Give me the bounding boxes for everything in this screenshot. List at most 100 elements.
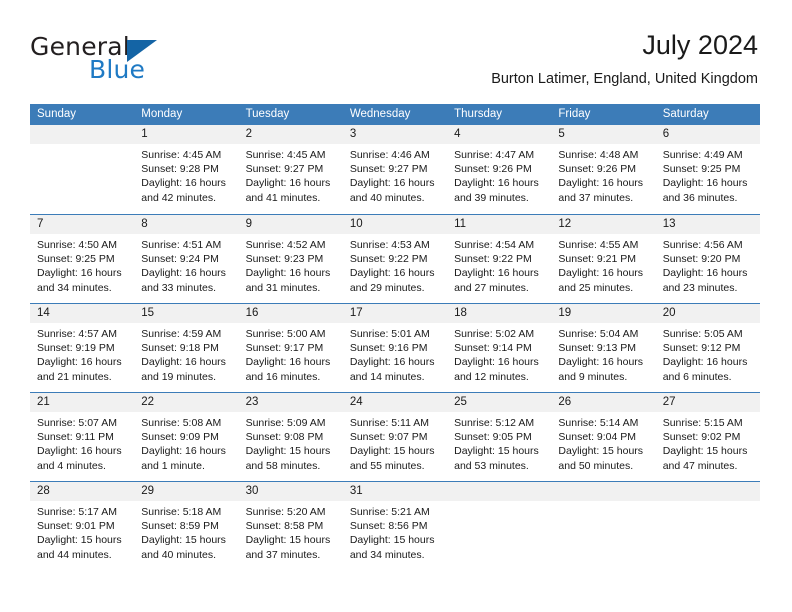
day-daylight-line1-text: Daylight: 16 hours <box>454 356 539 369</box>
day-sunrise-text: Sunrise: 5:08 AM <box>141 417 222 429</box>
calendar-day-cell[interactable]: 8 Sunrise: 4:51 AM Sunset: 9:24 PM Daylight… <box>134 215 239 303</box>
day-sunset-text: Sunset: 9:01 PM <box>37 520 115 533</box>
day-daylight-line1-text: Daylight: 16 hours <box>141 267 226 280</box>
calendar-day-cell[interactable]: 12 Sunrise: 4:55 AM Sunset: 9:21 PM Dayligh… <box>551 215 656 303</box>
day-sunrise-text: Sunrise: 5:07 AM <box>37 417 117 429</box>
calendar-week-row: 1 Sunrise: 4:45 AM Sunset: 9:28 PM Daylight… <box>30 125 760 214</box>
calendar-day-cell[interactable]: 17 Sunrise: 5:01 AM Sunset: 9:16 PM Dayligh… <box>342 304 448 392</box>
day-sun-info: Sunrise: 4:54 AM Sunset: 9:22 PM Daylight:… <box>447 234 551 295</box>
day-sunset-text: Sunset: 8:58 PM <box>245 520 324 533</box>
day-sunrise-text: Sunrise: 4:59 AM <box>141 328 222 340</box>
day-sunrise-text: Sunrise: 5:04 AM <box>558 328 639 340</box>
day-daylight-line1-text: Daylight: 15 hours <box>558 445 644 458</box>
calendar-day-cell-empty <box>30 125 135 214</box>
calendar-day-cell[interactable]: 15 Sunrise: 4:59 AM Sunset: 9:18 PM Dayligh… <box>134 304 239 392</box>
calendar-day-cell[interactable]: 1 Sunrise: 4:45 AM Sunset: 9:28 PM Daylight… <box>134 125 239 214</box>
calendar-day-cell[interactable]: 31 Sunrise: 5:21 AM Sunset: 8:56 PM Dayligh… <box>342 482 448 570</box>
weekday-header-sunday: Sunday <box>37 108 77 120</box>
day-sunrise-text: Sunrise: 4:56 AM <box>662 239 743 251</box>
day-daylight-line2-text: and 40 minutes. <box>349 191 425 204</box>
day-daylight-line2-text: and 29 minutes. <box>349 281 425 294</box>
day-daylight-line1-text: Daylight: 15 hours <box>245 445 331 458</box>
weekday-header-saturday: Saturday <box>662 108 709 120</box>
day-sunrise-text: Sunrise: 5:02 AM <box>454 328 535 340</box>
calendar-day-cell[interactable]: 4 Sunrise: 4:47 AM Sunset: 9:26 PM Daylight… <box>447 125 552 214</box>
calendar-day-cell[interactable]: 24 Sunrise: 5:11 AM Sunset: 9:07 PM Dayligh… <box>342 393 448 481</box>
day-sun-info: Sunrise: 5:21 AM Sunset: 8:56 PM Daylight:… <box>343 501 447 562</box>
calendar-day-cell[interactable]: 22 Sunrise: 5:08 AM Sunset: 9:09 PM Dayligh… <box>134 393 239 481</box>
calendar-day-cell[interactable]: 16 Sunrise: 5:00 AM Sunset: 9:17 PM Dayligh… <box>238 304 343 392</box>
day-sunset-text: Sunset: 9:27 PM <box>349 163 428 176</box>
day-daylight-line2-text: and 42 minutes. <box>141 191 216 204</box>
day-sunrise-text: Sunrise: 5:20 AM <box>245 506 326 518</box>
day-daylight-line2-text: and 47 minutes. <box>662 459 738 472</box>
day-daylight-line2-text: and 4 minutes. <box>37 459 106 472</box>
calendar-day-cell[interactable]: 21 Sunrise: 5:07 AM Sunset: 9:11 PM Dayligh… <box>30 393 135 481</box>
day-sun-info: Sunrise: 4:48 AM Sunset: 9:26 PM Daylight:… <box>551 144 655 205</box>
day-daylight-line2-text: and 44 minutes. <box>37 548 112 561</box>
day-daylight-line1-text: Daylight: 16 hours <box>349 356 435 369</box>
day-sunset-text: Sunset: 9:25 PM <box>662 163 741 176</box>
day-number <box>655 482 760 501</box>
day-number <box>30 125 135 144</box>
calendar-day-cell[interactable]: 20 Sunrise: 5:05 AM Sunset: 9:12 PM Dayligh… <box>655 304 760 392</box>
calendar-day-cell[interactable]: 7 Sunrise: 4:50 AM Sunset: 9:25 PM Daylight… <box>30 215 135 303</box>
day-sunrise-text: Sunrise: 4:50 AM <box>37 239 117 251</box>
day-daylight-line1-text: Daylight: 16 hours <box>141 177 226 190</box>
calendar-weeks: 1 Sunrise: 4:45 AM Sunset: 9:28 PM Daylight… <box>30 125 760 570</box>
day-sunset-text: Sunset: 9:04 PM <box>558 431 637 444</box>
day-sunset-text: Sunset: 9:20 PM <box>662 253 741 266</box>
day-number: 15 <box>134 304 239 323</box>
calendar-day-cell[interactable]: 25 Sunrise: 5:12 AM Sunset: 9:05 PM Dayligh… <box>447 393 552 481</box>
calendar-day-cell[interactable]: 2 Sunrise: 4:45 AM Sunset: 9:27 PM Daylight… <box>238 125 343 214</box>
day-sun-info: Sunrise: 5:07 AM Sunset: 9:11 PM Daylight:… <box>30 412 134 473</box>
day-daylight-line2-text: and 25 minutes. <box>558 281 634 294</box>
day-sun-info: Sunrise: 4:52 AM Sunset: 9:23 PM Daylight:… <box>239 234 343 295</box>
weekday-header-monday: Monday <box>141 108 183 120</box>
day-daylight-line2-text: and 12 minutes. <box>454 370 529 383</box>
calendar-week-row: 14 Sunrise: 4:57 AM Sunset: 9:19 PM Dayligh… <box>30 303 760 392</box>
day-sun-info: Sunrise: 5:12 AM Sunset: 9:05 PM Daylight:… <box>447 412 551 473</box>
day-daylight-line2-text: and 36 minutes. <box>662 191 738 204</box>
calendar-day-cell[interactable]: 29 Sunrise: 5:18 AM Sunset: 8:59 PM Dayligh… <box>134 482 239 570</box>
day-sunrise-text: Sunrise: 5:21 AM <box>349 506 430 518</box>
day-daylight-line2-text: and 1 minute. <box>141 459 205 472</box>
calendar-day-cell[interactable]: 9 Sunrise: 4:52 AM Sunset: 9:23 PM Daylight… <box>238 215 343 303</box>
day-sunrise-text: Sunrise: 5:09 AM <box>245 417 326 429</box>
day-sunrise-text: Sunrise: 4:52 AM <box>245 239 326 251</box>
day-daylight-line2-text: and 33 minutes. <box>141 281 216 294</box>
day-sun-info: Sunrise: 4:50 AM Sunset: 9:25 PM Daylight:… <box>30 234 134 295</box>
day-sunset-text: Sunset: 9:26 PM <box>454 163 532 176</box>
calendar-day-cell[interactable]: 26 Sunrise: 5:14 AM Sunset: 9:04 PM Dayligh… <box>551 393 656 481</box>
calendar-day-cell[interactable]: 27 Sunrise: 5:15 AM Sunset: 9:02 PM Dayligh… <box>655 393 760 481</box>
day-sunset-text: Sunset: 9:11 PM <box>37 431 114 444</box>
day-daylight-line1-text: Daylight: 16 hours <box>141 445 226 458</box>
day-sunrise-text: Sunrise: 4:46 AM <box>349 149 430 161</box>
day-daylight-line1-text: Daylight: 16 hours <box>141 356 226 369</box>
calendar-day-cell[interactable]: 6 Sunrise: 4:49 AM Sunset: 9:25 PM Daylight… <box>655 125 760 214</box>
calendar-day-cell[interactable]: 30 Sunrise: 5:20 AM Sunset: 8:58 PM Dayligh… <box>238 482 343 570</box>
calendar-day-cell[interactable]: 14 Sunrise: 4:57 AM Sunset: 9:19 PM Dayligh… <box>30 304 135 392</box>
calendar-day-cell[interactable]: 11 Sunrise: 4:54 AM Sunset: 9:22 PM Dayligh… <box>447 215 552 303</box>
calendar-day-cell[interactable]: 10 Sunrise: 4:53 AM Sunset: 9:22 PM Dayligh… <box>342 215 448 303</box>
weekday-header-wednesday: Wednesday <box>349 108 411 120</box>
calendar-day-cell[interactable]: 18 Sunrise: 5:02 AM Sunset: 9:14 PM Dayligh… <box>447 304 552 392</box>
calendar-day-cell[interactable]: 3 Sunrise: 4:46 AM Sunset: 9:27 PM Daylight… <box>342 125 448 214</box>
day-number: 21 <box>30 393 135 412</box>
day-daylight-line1-text: Daylight: 15 hours <box>37 534 122 547</box>
day-daylight-line2-text: and 19 minutes. <box>141 370 216 383</box>
day-sunrise-text: Sunrise: 5:14 AM <box>558 417 639 429</box>
calendar-day-cell[interactable]: 5 Sunrise: 4:48 AM Sunset: 9:26 PM Daylight… <box>551 125 656 214</box>
calendar-day-cell[interactable]: 28 Sunrise: 5:17 AM Sunset: 9:01 PM Dayligh… <box>30 482 135 570</box>
day-sunrise-text: Sunrise: 5:15 AM <box>662 417 743 429</box>
day-sunset-text: Sunset: 9:22 PM <box>454 253 532 266</box>
day-daylight-line2-text: and 23 minutes. <box>662 281 738 294</box>
calendar-day-cell[interactable]: 23 Sunrise: 5:09 AM Sunset: 9:08 PM Dayligh… <box>238 393 343 481</box>
day-number: 26 <box>551 393 656 412</box>
day-daylight-line1-text: Daylight: 15 hours <box>141 534 226 547</box>
day-number: 6 <box>655 125 760 144</box>
calendar-day-cell[interactable]: 13 Sunrise: 4:56 AM Sunset: 9:20 PM Dayligh… <box>655 215 760 303</box>
day-sun-info: Sunrise: 5:01 AM Sunset: 9:16 PM Daylight:… <box>343 323 447 384</box>
calendar-day-cell[interactable]: 19 Sunrise: 5:04 AM Sunset: 9:13 PM Dayligh… <box>551 304 656 392</box>
day-sun-info: Sunrise: 4:57 AM Sunset: 9:19 PM Daylight:… <box>30 323 134 384</box>
